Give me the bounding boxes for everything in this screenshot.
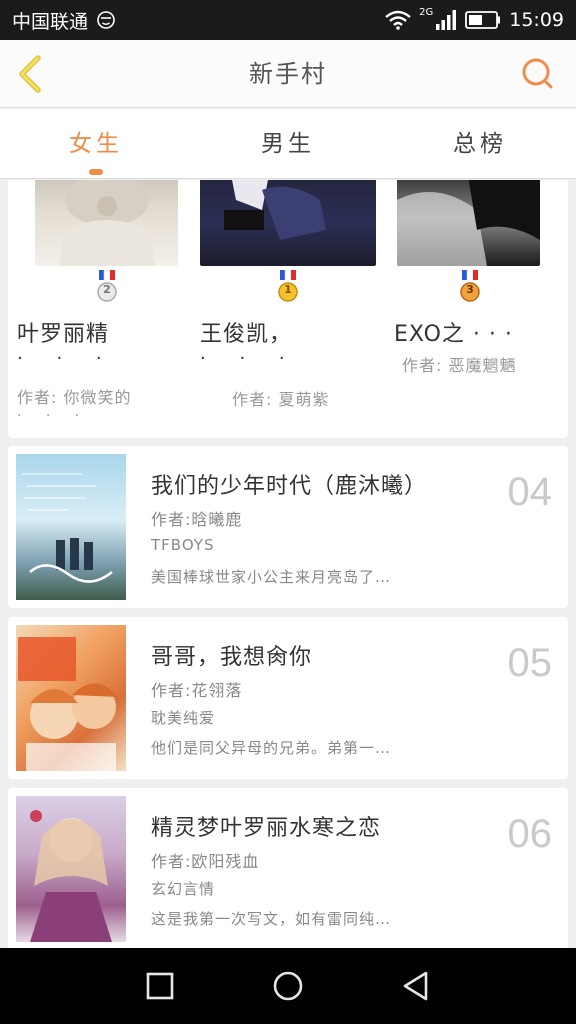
book-title: 哥哥，我想肏你 <box>151 645 313 670</box>
title-ellipsis: · · · <box>17 348 116 369</box>
home-icon[interactable] <box>268 966 308 1006</box>
book-cover <box>200 180 376 266</box>
top-book-title: 王俊凯， <box>200 322 293 347</box>
medal-rank-number: 1 <box>284 283 292 296</box>
book-genre: 玄幻言情 <box>151 880 216 898</box>
top-book-author: 作者: 夏萌紫 <box>232 390 330 409</box>
title-ellipsis: · · · <box>200 348 299 369</box>
tab-male[interactable]: 男生 <box>192 109 384 178</box>
book-genre: 耽美纯爱 <box>151 709 216 727</box>
ranking-list[interactable]: 2 叶罗丽精 · · · 作者: 你微笑的 · · · 1 王俊凯， · · ·… <box>0 180 576 948</box>
active-tab-indicator <box>89 169 103 175</box>
book-list-item[interactable]: 我们的少年时代（鹿沐曦） 作者:晗曦鹿 TFBOYS 美国棒球世家小公主来月亮岛… <box>8 446 568 608</box>
signal-icon <box>436 10 457 30</box>
tab-male-label: 男生 <box>261 131 315 157</box>
book-author: 作者:花翎落 <box>151 681 243 700</box>
book-title: 我们的少年时代（鹿沐曦） <box>151 474 428 499</box>
book-description: 这是我第一次写文，如有雷同纯… <box>151 910 392 928</box>
rank-number: 05 <box>507 641 553 685</box>
medal-rank-number: 3 <box>466 283 474 296</box>
wifi-icon <box>385 10 411 30</box>
category-tabs: 女生 男生 总榜 <box>0 109 576 179</box>
author-ellipsis: · · · <box>17 408 90 424</box>
rank-number: 06 <box>507 812 553 856</box>
tab-overall[interactable]: 总榜 <box>384 109 576 178</box>
tab-overall-label: 总榜 <box>453 131 507 157</box>
battery-icon <box>465 11 501 29</box>
notification-face-icon <box>97 11 115 29</box>
book-cover <box>35 180 178 266</box>
top-book-author: 作者: 你微笑的 <box>17 388 132 407</box>
rank-number: 04 <box>507 470 553 514</box>
clock: 15:09 <box>509 9 564 31</box>
top-book-author: 作者: 恶魔魍魉 <box>402 356 517 375</box>
search-icon[interactable] <box>520 56 556 92</box>
app-header: 新手村 <box>0 40 576 108</box>
book-author: 作者:欧阳残血 <box>151 852 260 871</box>
book-list-item[interactable]: 精灵梦叶罗丽水寒之恋 作者:欧阳残血 玄幻言情 这是我第一次写文，如有雷同纯… … <box>8 788 568 948</box>
network-type-label: 2G <box>419 6 434 18</box>
book-description: 他们是同父异母的兄弟。弟第一… <box>151 739 392 757</box>
book-cover <box>16 454 126 600</box>
tab-female-label: 女生 <box>69 131 123 157</box>
carrier-label: 中国联通 <box>12 10 89 33</box>
back-icon[interactable] <box>396 966 436 1006</box>
status-bar: 中国联通 2G 15:09 <box>0 0 576 40</box>
book-author: 作者:晗曦鹿 <box>151 510 243 529</box>
system-nav-bar <box>0 948 576 1024</box>
medal-rank-number: 2 <box>103 283 111 296</box>
book-genre: TFBOYS <box>151 536 215 554</box>
book-cover <box>16 625 126 771</box>
tab-female[interactable]: 女生 <box>0 109 192 178</box>
top-book-title: EXO之 · · · <box>394 322 513 347</box>
top-book-title: 叶罗丽精 <box>17 322 110 347</box>
book-list-item[interactable]: 哥哥，我想肏你 作者:花翎落 耽美纯爱 他们是同父异母的兄弟。弟第一… 05 <box>8 617 568 779</box>
page-title: 新手村 <box>249 60 327 88</box>
book-cover <box>397 180 540 266</box>
book-cover <box>16 796 126 942</box>
book-description: 美国棒球世家小公主来月亮岛了… <box>151 568 392 586</box>
top-three-card: 2 叶罗丽精 · · · 作者: 你微笑的 · · · 1 王俊凯， · · ·… <box>8 180 568 438</box>
recent-apps-icon[interactable] <box>140 966 180 1006</box>
book-title: 精灵梦叶罗丽水寒之恋 <box>151 816 382 841</box>
